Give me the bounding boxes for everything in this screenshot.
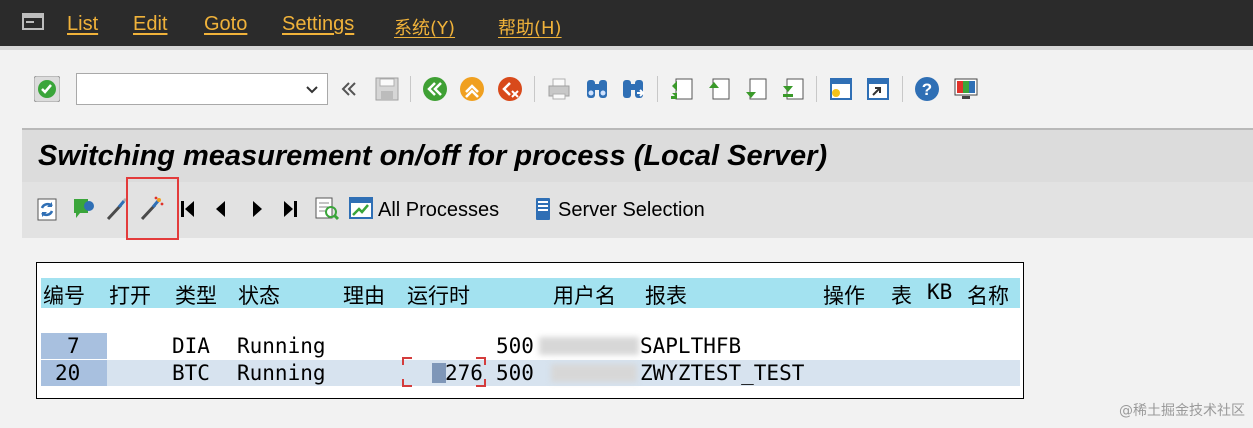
col-header-action: 操作 (823, 284, 865, 308)
cell-status: Running (237, 361, 326, 385)
command-input[interactable] (77, 74, 292, 104)
col-header-name: 名称 (967, 284, 1009, 308)
all-processes-icon[interactable] (348, 196, 374, 222)
menu-edit[interactable]: Edit (133, 13, 167, 36)
runtime-highlight (402, 357, 486, 387)
next-page-icon[interactable] (743, 76, 769, 102)
col-header-runtime: 运行时 (407, 284, 470, 308)
cell-type: DIA (172, 334, 210, 358)
cancel-icon[interactable] (497, 76, 523, 102)
menu-bar: List Edit Goto Settings 系统(Y) 帮助(H) (0, 0, 1253, 50)
col-header-report: 报表 (645, 284, 687, 308)
customize-layout-icon[interactable] (953, 76, 979, 102)
previous-entry-icon[interactable] (212, 198, 230, 220)
cell-client: 500 (496, 334, 534, 358)
list-header: 编号 打开 类型 状态 理由 运行时 用户名 报表 操作 表 KB 名称 (41, 278, 1020, 308)
enter-check-icon[interactable] (34, 76, 60, 102)
print-icon[interactable] (546, 76, 572, 102)
col-header-user: 用户名 (553, 284, 616, 308)
first-page-icon[interactable] (669, 76, 695, 102)
find-in-list-icon[interactable] (314, 196, 340, 222)
command-field[interactable] (76, 73, 328, 105)
details-icon[interactable] (70, 196, 96, 222)
exit-icon[interactable] (459, 76, 485, 102)
system-toolbar: ? (0, 54, 1253, 128)
all-processes-button[interactable]: All Processes (378, 199, 499, 222)
watermark: @稀土掘金技术社区 (1119, 403, 1245, 419)
screen-title-bar: Switching measurement on/off for process… (22, 128, 1253, 182)
help-icon[interactable]: ? (914, 76, 940, 102)
col-header-table: 表 (891, 284, 912, 308)
table-row[interactable]: 7 DIA Running 500 SAPLTHFB (41, 333, 1020, 359)
last-entry-icon[interactable] (280, 198, 300, 220)
cell-client: 500 (496, 361, 534, 385)
menu-list[interactable]: List (67, 13, 98, 36)
previous-page-icon[interactable] (706, 76, 732, 102)
shortcut-icon[interactable] (865, 76, 891, 102)
cell-number: 7 (67, 334, 80, 358)
cell-number: 20 (55, 361, 81, 385)
last-page-icon[interactable] (780, 76, 806, 102)
menu-system[interactable]: 系统(Y) (394, 14, 455, 40)
page-title: Switching measurement on/off for process… (38, 140, 828, 172)
application-toolbar: All Processes Server Selection (22, 182, 1253, 238)
sap-window: List Edit Goto Settings 系统(Y) 帮助(H) ? Sw… (0, 0, 1253, 428)
menu-help[interactable]: 帮助(H) (498, 14, 562, 40)
find-icon[interactable] (584, 76, 610, 102)
chevron-down-icon[interactable] (303, 80, 321, 98)
system-menu-icon[interactable] (22, 12, 44, 32)
save-icon[interactable] (374, 76, 400, 102)
next-entry-icon[interactable] (248, 198, 266, 220)
col-header-type: 类型 (175, 284, 217, 308)
col-header-status: 状态 (238, 284, 280, 308)
server-icon[interactable] (530, 196, 556, 222)
cell-type: BTC (172, 361, 210, 385)
cell-report: SAPLTHFB (640, 334, 742, 358)
first-entry-icon[interactable] (178, 198, 198, 220)
double-chevron-left-icon[interactable] (338, 78, 360, 100)
col-header-number: 编号 (43, 284, 85, 308)
back-icon[interactable] (422, 76, 448, 102)
redacted-user (539, 337, 639, 355)
col-header-kb: KB (927, 280, 953, 304)
measurement-on-highlight (126, 177, 179, 240)
menu-settings[interactable]: Settings (282, 13, 354, 36)
server-selection-button[interactable]: Server Selection (558, 199, 705, 222)
col-header-open: 打开 (109, 284, 151, 308)
redacted-user (551, 364, 637, 382)
cell-status: Running (237, 334, 326, 358)
svg-text:?: ? (922, 80, 932, 99)
find-next-icon[interactable] (620, 76, 646, 102)
refresh-icon[interactable] (34, 196, 60, 222)
table-row[interactable]: 20 BTC Running 276 500 ZWYZTEST_TEST (41, 360, 1020, 386)
cell-report: ZWYZTEST_TEST (640, 361, 805, 385)
create-session-icon[interactable] (828, 76, 854, 102)
menu-goto[interactable]: Goto (204, 13, 247, 36)
process-list: 编号 打开 类型 状态 理由 运行时 用户名 报表 操作 表 KB 名称 7 D… (36, 262, 1024, 399)
col-header-reason: 理由 (343, 284, 385, 308)
